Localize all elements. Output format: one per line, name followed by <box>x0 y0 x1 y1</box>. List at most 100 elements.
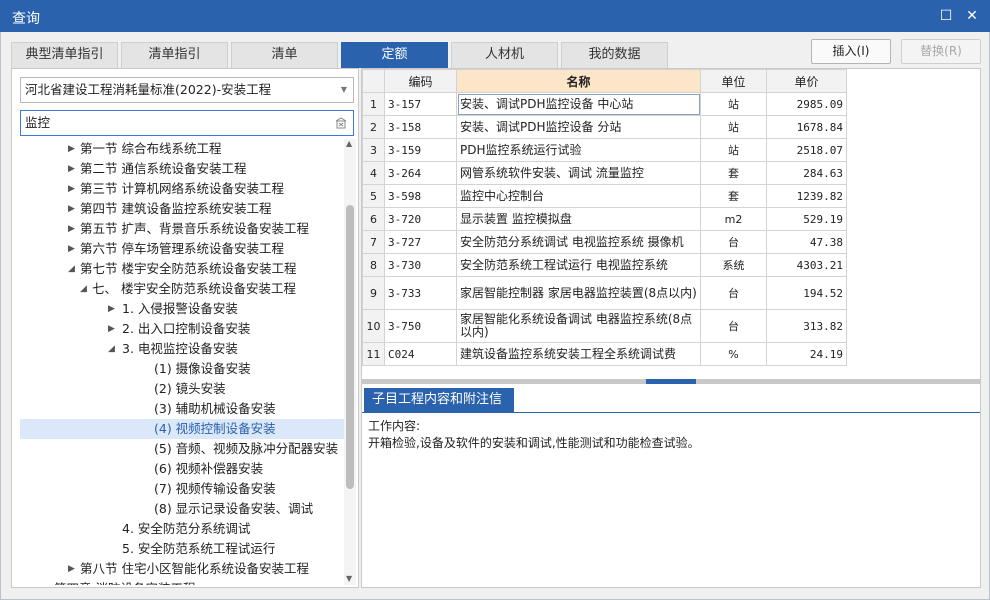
cell-unit[interactable]: 站 <box>700 92 767 116</box>
table-row[interactable]: 3 3-159 PDH监控系统运行试验站 2518.07 <box>362 138 847 162</box>
tree-item[interactable]: ▶ 第三节 计算机网络系统设备安装工程 <box>20 179 344 199</box>
cell-price[interactable]: 194.52 <box>766 276 847 310</box>
tab-item-info[interactable]: 子目工程内容和附注信息 <box>364 388 514 431</box>
expand-arrow-icon[interactable]: ▶ <box>68 239 78 259</box>
cell-price[interactable]: 529.19 <box>766 207 847 231</box>
cell-code[interactable]: 3-720 <box>384 207 457 231</box>
tab-typical-list-guide[interactable]: 典型清单指引 <box>11 42 118 68</box>
cell-name[interactable]: 显示装置 监控模拟盘 <box>456 207 701 231</box>
cell-unit[interactable]: 台 <box>700 276 767 310</box>
cell-unit[interactable]: 套 <box>700 161 767 185</box>
maximize-icon[interactable]: ☐ <box>936 6 956 26</box>
cell-unit[interactable]: 台 <box>700 230 767 254</box>
expand-arrow-icon[interactable]: ▶ <box>68 559 78 579</box>
cell-unit[interactable]: 站 <box>700 138 767 162</box>
cell-name[interactable]: 安装、调试PDH监控设备 分站 <box>456 115 701 139</box>
header-unit[interactable]: 单位 <box>700 69 767 93</box>
cell-rownum[interactable]: 3 <box>362 138 385 162</box>
tree-item[interactable]: ◢ 七、 楼宇安全防范系统设备安装工程 <box>20 279 344 299</box>
cell-rownum[interactable]: 8 <box>362 253 385 277</box>
cell-price[interactable]: 47.38 <box>766 230 847 254</box>
header-price[interactable]: 单价 <box>766 69 847 93</box>
cell-price[interactable]: 4303.21 <box>766 253 847 277</box>
cell-code[interactable]: 3-159 <box>384 138 457 162</box>
replace-button[interactable]: 替换(R) <box>901 39 981 64</box>
panel-splitter[interactable] <box>362 379 980 384</box>
tab-my-data[interactable]: 我的数据 <box>561 42 668 68</box>
tree-item[interactable]: 5. 安全防范系统工程试运行 <box>20 539 344 559</box>
cell-unit[interactable]: 系统 <box>700 253 767 277</box>
table-row[interactable]: 1 3-157 安装、调试PDH监控设备 中心站站 2985.09 <box>362 92 847 116</box>
insert-button[interactable]: 插入(I) <box>811 39 891 64</box>
tab-list-guide[interactable]: 清单指引 <box>121 42 228 68</box>
cell-name[interactable]: 家居智能控制器 家居电器监控装置(8点以内) <box>456 276 701 310</box>
standard-select[interactable]: 河北省建设工程消耗量标准(2022)-安装工程 ▼ <box>20 77 354 103</box>
cell-code[interactable]: 3-727 <box>384 230 457 254</box>
table-row[interactable]: 4 3-264 网管系统软件安装、调试 流量监控套 284.63 <box>362 161 847 185</box>
cell-code[interactable]: 3-750 <box>384 309 457 343</box>
tab-labor-material-machine[interactable]: 人材机 <box>451 42 558 68</box>
clear-icon[interactable] <box>335 117 347 129</box>
tree-item[interactable]: ▶ 第八节 住宅小区智能化系统设备安装工程 <box>20 559 344 579</box>
expand-arrow-icon[interactable]: ▶ <box>68 159 78 179</box>
cell-rownum[interactable]: 6 <box>362 207 385 231</box>
cell-name[interactable]: PDH监控系统运行试验 <box>456 138 701 162</box>
expand-arrow-icon[interactable]: ▶ <box>68 139 78 159</box>
expand-arrow-icon[interactable]: ▶ <box>68 199 78 219</box>
cell-name[interactable]: 安全防范系统工程试运行 电视监控系统 <box>456 253 701 277</box>
cell-code[interactable]: 3-598 <box>384 184 457 208</box>
expand-arrow-icon[interactable]: ▶ <box>68 219 78 239</box>
cell-unit[interactable]: % <box>700 342 767 366</box>
tree-item[interactable]: (3) 辅助机械设备安装 <box>20 399 344 419</box>
tree-item[interactable]: ▶ 第二节 通信系统设备安装工程 <box>20 159 344 179</box>
table-row[interactable]: 6 3-720 显示装置 监控模拟盘 m2 529.19 <box>362 207 847 231</box>
tree-item[interactable]: (2) 镜头安装 <box>20 379 344 399</box>
tree-item[interactable]: (5) 音频、视频及脉冲分配器安装 <box>20 439 344 459</box>
cell-code[interactable]: 3-264 <box>384 161 457 185</box>
table-row[interactable]: 5 3-598 监控中心控制台套 1239.82 <box>362 184 847 208</box>
table-row[interactable]: 9 3-733 家居智能控制器 家居电器监控装置(8点以内) 台 194.52 <box>362 276 847 310</box>
close-icon[interactable]: ✕ <box>962 6 982 26</box>
tree-item[interactable]: (6) 视频补偿器安装 <box>20 459 344 479</box>
tree-scrollbar[interactable]: ▲ ▼ <box>344 139 356 585</box>
cell-rownum[interactable]: 10 <box>362 309 385 343</box>
tree-item[interactable]: ▶ 2. 出入口控制设备安装 <box>20 319 344 339</box>
tree-item[interactable]: ◢ 3. 电视监控设备安装 <box>20 339 344 359</box>
tree-item[interactable]: (7) 视频传输设备安装 <box>20 479 344 499</box>
cell-name[interactable]: 家居智能化系统设备调试 电器监控系统(8点以内) <box>456 309 701 343</box>
cell-rownum[interactable]: 4 <box>362 161 385 185</box>
cell-unit[interactable]: 站 <box>700 115 767 139</box>
cell-rownum[interactable]: 7 <box>362 230 385 254</box>
tree-item[interactable]: ▶ 1. 入侵报警设备安装 <box>20 299 344 319</box>
header-name[interactable]: 名称 <box>456 69 701 93</box>
tab-quota[interactable]: 定额 <box>341 42 448 68</box>
tree-item[interactable]: (4) 视频控制设备安装 <box>20 419 344 439</box>
expand-arrow-icon[interactable]: ▶ <box>108 319 118 339</box>
cell-rownum[interactable]: 5 <box>362 184 385 208</box>
collapse-arrow-icon[interactable]: ◢ <box>108 339 118 359</box>
expand-arrow-icon[interactable]: ▶ <box>108 299 118 319</box>
tree-item[interactable]: ◢ 第七节 楼宇安全防范系统设备安装工程 <box>20 259 344 279</box>
cell-rownum[interactable]: 2 <box>362 115 385 139</box>
cell-unit[interactable]: 台 <box>700 309 767 343</box>
tree-item[interactable]: ▶ 第四节 建筑设备监控系统安装工程 <box>20 199 344 219</box>
cell-rownum[interactable]: 1 <box>362 92 385 116</box>
scroll-up-icon[interactable]: ▲ <box>346 139 352 148</box>
cell-code[interactable]: 3-730 <box>384 253 457 277</box>
tree-item[interactable]: (1) 摄像设备安装 <box>20 359 344 379</box>
cell-code[interactable]: C024 <box>384 342 457 366</box>
cell-code[interactable]: 3-157 <box>384 92 457 116</box>
tree-item[interactable]: (8) 显示记录设备安装、调试 <box>20 499 344 519</box>
cell-unit[interactable]: 套 <box>700 184 767 208</box>
tree-item[interactable]: ▶ 第六节 停车场管理系统设备安装工程 <box>20 239 344 259</box>
search-input[interactable]: 监控 <box>20 110 354 136</box>
collapse-arrow-icon[interactable]: ◢ <box>80 279 90 299</box>
cell-code[interactable]: 3-158 <box>384 115 457 139</box>
cell-rownum[interactable]: 11 <box>362 342 385 366</box>
cell-price[interactable]: 2518.07 <box>766 138 847 162</box>
table-row[interactable]: 7 3-727 安全防范分系统调试 电视监控系统 摄像机台 47.38 <box>362 230 847 254</box>
collapse-arrow-icon[interactable]: ◢ <box>68 259 78 279</box>
tab-list[interactable]: 清单 <box>231 42 338 68</box>
cell-name[interactable]: 安装、调试PDH监控设备 中心站 <box>456 92 701 116</box>
cell-price[interactable]: 2985.09 <box>766 92 847 116</box>
